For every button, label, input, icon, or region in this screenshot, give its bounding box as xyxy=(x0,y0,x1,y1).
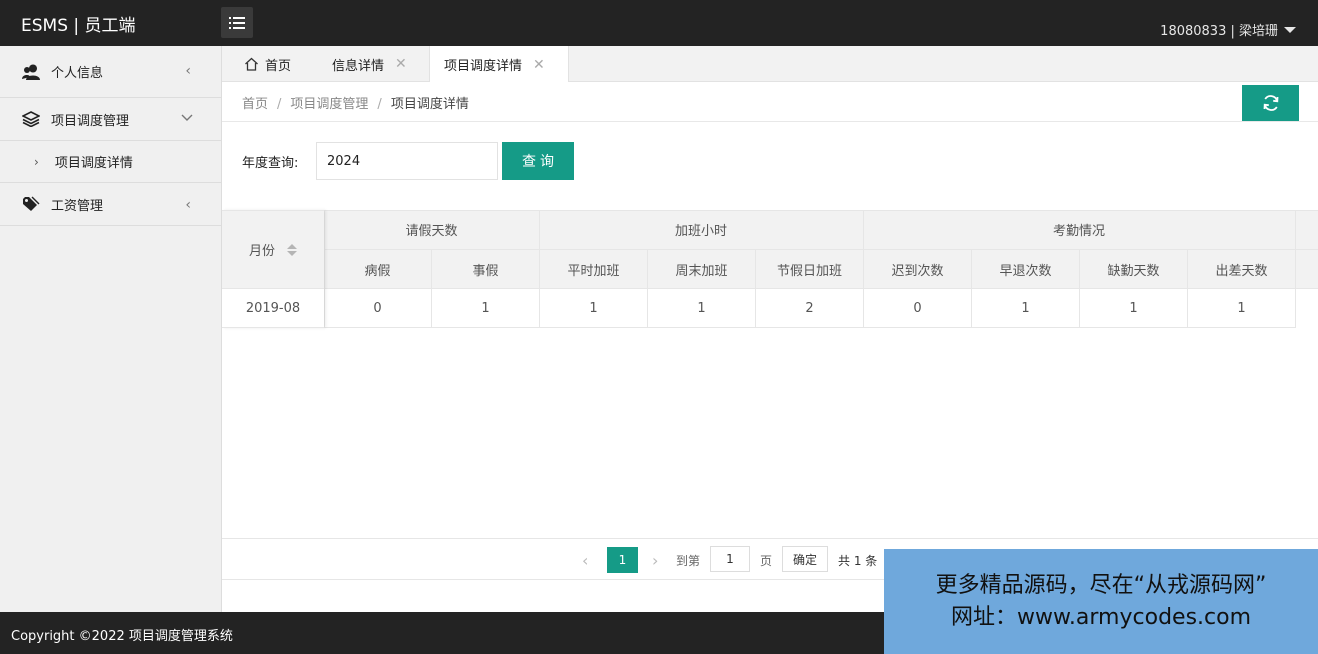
sidebar-item-salary[interactable]: 工资管理 ‹ xyxy=(0,183,221,226)
tab-info-detail[interactable]: 信息详情 ✕ xyxy=(332,46,407,82)
year-query-label: 年度查询: xyxy=(242,156,299,171)
tab-label: 首页 xyxy=(265,58,292,74)
goto-page-input[interactable] xyxy=(710,546,750,572)
breadcrumb-home[interactable]: 首页 xyxy=(242,97,268,112)
app-brand: ESMS | 员工端 xyxy=(21,16,136,36)
breadcrumb-project-schedule[interactable]: 项目调度管理 xyxy=(290,97,368,112)
copyright-text: Copyright ©2022 项目调度管理系统 xyxy=(11,629,233,644)
table-cell: 1 xyxy=(1021,300,1030,316)
tab-project-detail[interactable]: 项目调度详情 ✕ xyxy=(429,46,569,83)
next-page-icon[interactable]: › xyxy=(652,539,658,581)
goto-label: 到第 xyxy=(676,553,701,568)
tab-label: 信息详情 xyxy=(332,58,385,74)
table-cell: 1 xyxy=(697,300,706,316)
chevron-right-icon: › xyxy=(34,154,39,169)
month-column-header[interactable]: 月份 xyxy=(222,210,324,289)
sidebar-item-project-schedule[interactable]: 项目调度管理 xyxy=(0,98,221,141)
table-cell: 0 xyxy=(373,300,382,316)
table-cell: 1 xyxy=(1129,300,1138,316)
group-header-overtime: 加班小时 xyxy=(674,224,727,239)
watermark-line-1: 更多精品源码，尽在“从戎源码网” xyxy=(935,572,1267,598)
layers-icon xyxy=(22,110,40,128)
breadcrumb: 首页 / 项目调度管理 / 项目调度详情 xyxy=(242,93,469,112)
column-header: 平时加班 xyxy=(567,264,620,279)
column-header: 事假 xyxy=(472,264,499,279)
close-icon[interactable]: ✕ xyxy=(395,56,407,72)
sidebar-subitem-label: 项目调度详情 xyxy=(54,156,133,171)
page-number-current[interactable]: 1 xyxy=(607,547,638,573)
table-cell: 1 xyxy=(481,300,490,316)
tab-label: 项目调度详情 xyxy=(444,59,523,74)
menu-toggle-button[interactable] xyxy=(221,7,253,38)
user-name: 18080833 | 梁培珊 xyxy=(1160,24,1278,39)
refresh-button[interactable] xyxy=(1242,85,1299,121)
home-icon xyxy=(244,57,259,71)
table-cell: 1 xyxy=(589,300,598,316)
total-count: 共 1 条 xyxy=(838,553,878,568)
user-menu[interactable]: 18080833 | 梁培珊 xyxy=(1160,20,1296,39)
refresh-icon xyxy=(1262,94,1280,112)
column-header: 迟到次数 xyxy=(891,264,944,279)
tab-bar: 首页 信息详情 ✕ 项目调度详情 ✕ xyxy=(222,46,1318,83)
month-header-label: 月份 xyxy=(248,244,275,259)
chevron-left-icon: ‹ xyxy=(185,197,191,213)
table-cell: 2 xyxy=(805,300,814,316)
tab-home[interactable]: 首页 xyxy=(244,46,291,82)
group-header-attendance: 考勤情况 xyxy=(1052,224,1105,239)
breadcrumb-separator: / xyxy=(277,97,282,112)
column-header: 病假 xyxy=(364,264,391,279)
menu-list-icon xyxy=(229,16,245,29)
prev-page-icon[interactable]: ‹ xyxy=(582,539,588,581)
sidebar-subitem-project-detail[interactable]: › 项目调度详情 xyxy=(0,141,221,183)
sort-icon[interactable] xyxy=(287,243,297,256)
column-header: 出差天数 xyxy=(1215,264,1268,279)
breadcrumb-current: 项目调度详情 xyxy=(390,97,469,112)
breadcrumb-bar: 首页 / 项目调度管理 / 项目调度详情 xyxy=(222,82,1318,122)
column-header: 节假日加班 xyxy=(776,264,842,279)
sidebar-item-label: 个人信息 xyxy=(51,66,104,81)
column-header: 早退次数 xyxy=(999,264,1052,279)
watermark-banner: 更多精品源码，尽在“从戎源码网” 网址：www.armycodes.com xyxy=(884,549,1318,654)
goto-confirm-button[interactable]: 确定 xyxy=(782,546,828,572)
breadcrumb-separator: / xyxy=(377,97,382,112)
sidebar-item-personal-info[interactable]: 个人信息 ‹ xyxy=(0,46,221,98)
search-button[interactable]: 查询 xyxy=(502,142,574,180)
month-cell: 2019-08 xyxy=(245,300,301,316)
close-icon[interactable]: ✕ xyxy=(533,57,545,73)
sidebar: 个人信息 ‹ 项目调度管理 › 项目调度详情 工资管理 ‹ xyxy=(0,46,222,612)
table-cell: 0 xyxy=(913,300,922,316)
caret-down-icon xyxy=(1284,26,1296,33)
chevron-left-icon: ‹ xyxy=(185,63,191,79)
sidebar-item-label: 工资管理 xyxy=(51,198,104,214)
tag-icon xyxy=(22,195,40,213)
column-header: 缺勤天数 xyxy=(1107,264,1160,279)
top-header: ESMS | 员工端 18080833 | 梁培珊 xyxy=(0,0,1318,46)
table-cell: 1 xyxy=(1237,300,1246,316)
sidebar-item-label: 项目调度管理 xyxy=(51,113,130,129)
watermark-line-2: 网址：www.armycodes.com xyxy=(950,604,1252,630)
attendance-table: 月份 请假天数 加班小时 考勤情况 病假 事假 平时加班 周末加班 节假日加班 … xyxy=(222,210,1318,328)
user-icon xyxy=(22,63,40,81)
column-header: 周末加班 xyxy=(675,264,728,279)
group-header-leave: 请假天数 xyxy=(405,224,458,239)
year-input[interactable] xyxy=(316,142,498,180)
chevron-down-icon xyxy=(181,110,193,126)
page-unit-label: 页 xyxy=(760,553,773,568)
